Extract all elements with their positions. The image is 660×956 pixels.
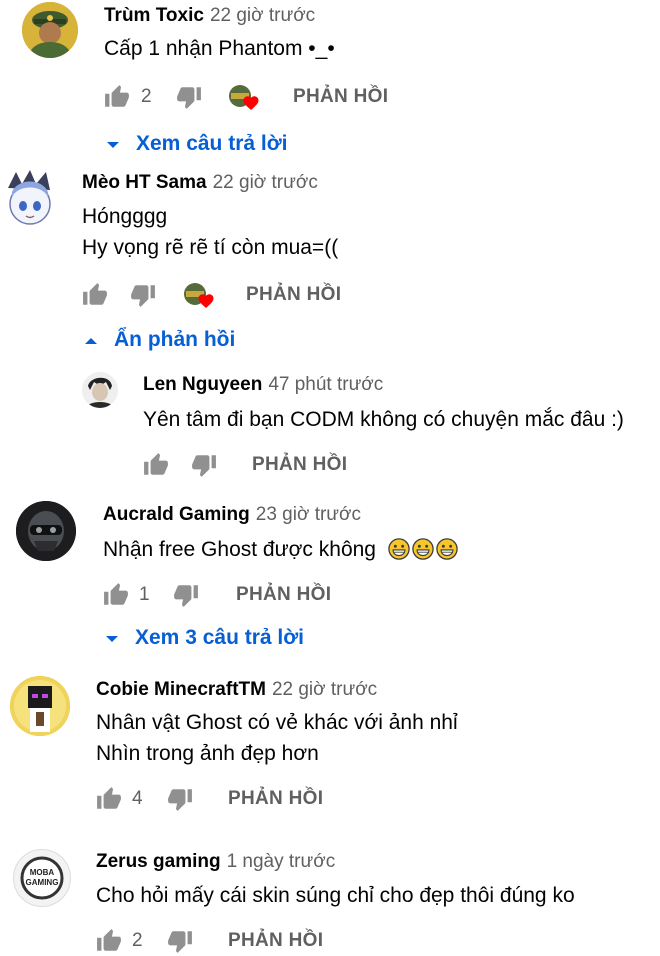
avatar-logo-text: MOBA bbox=[29, 868, 55, 877]
reply-button[interactable]: PHẢN HỒI bbox=[246, 284, 341, 306]
comment-header: Cobie MinecraftTM 22 giờ trước bbox=[96, 679, 377, 701]
hide-replies-label: Ẩn phản hồi bbox=[114, 328, 236, 351]
dislike-icon[interactable] bbox=[167, 786, 193, 812]
author-name[interactable]: Trùm Toxic bbox=[104, 5, 204, 26]
caret-up-icon bbox=[85, 338, 97, 344]
comment-header: Aucrald Gaming 23 giờ trước bbox=[103, 504, 361, 526]
author-name[interactable]: Len Nguyeen bbox=[143, 374, 262, 395]
like-icon[interactable] bbox=[82, 282, 108, 308]
comment-text: Yên tâm đi bạn CODM không có chuyện mắc … bbox=[143, 408, 624, 431]
grinning-face-icon bbox=[436, 538, 458, 560]
comment-text-line-2: Nhìn trong ảnh đẹp hơn bbox=[96, 742, 319, 765]
comment-actions: PHẢN HỒI bbox=[82, 282, 382, 310]
hide-replies-button[interactable]: Ẩn phản hồi bbox=[84, 328, 284, 356]
comment-text-content: Nhận free Ghost được không bbox=[103, 538, 376, 561]
grinning-face-icon bbox=[388, 538, 410, 560]
dislike-icon[interactable] bbox=[167, 928, 193, 954]
like-icon[interactable] bbox=[103, 582, 129, 608]
comment-text: Nhận free Ghost được không bbox=[103, 538, 458, 562]
avatar[interactable] bbox=[16, 501, 76, 561]
like-count: 2 bbox=[132, 930, 143, 951]
view-replies-button[interactable]: Xem câu trả lời bbox=[106, 132, 306, 160]
comment-actions: 4 PHẢN HỒI bbox=[96, 786, 396, 814]
reply-button[interactable]: PHẢN HỒI bbox=[228, 788, 323, 810]
comment-time[interactable]: 22 giờ trước bbox=[213, 172, 318, 193]
dislike-icon[interactable] bbox=[176, 84, 202, 110]
avatar[interactable] bbox=[10, 676, 70, 736]
creator-heart-icon bbox=[183, 282, 215, 312]
caret-down-icon bbox=[107, 142, 119, 148]
comment-text-line-1: Nhân vật Ghost có vẻ khác với ảnh nhỉ bbox=[96, 711, 458, 734]
view-replies-label: Xem câu trả lời bbox=[136, 132, 288, 155]
like-icon[interactable] bbox=[143, 452, 169, 478]
comment-text: Cho hỏi mấy cái skin súng chỉ cho đẹp th… bbox=[96, 884, 575, 907]
reply-button[interactable]: PHẢN HỒI bbox=[228, 930, 323, 952]
author-name[interactable]: Zerus gaming bbox=[96, 851, 221, 872]
like-icon[interactable] bbox=[104, 84, 130, 110]
view-replies-label: Xem 3 câu trả lời bbox=[135, 626, 305, 649]
comment-header: Trùm Toxic 22 giờ trước bbox=[104, 5, 315, 27]
comment-header: Mèo HT Sama 22 giờ trước bbox=[82, 172, 318, 194]
like-icon[interactable] bbox=[96, 928, 122, 954]
avatar[interactable] bbox=[2, 168, 58, 232]
comment-time[interactable]: 22 giờ trước bbox=[210, 5, 315, 26]
comment-time[interactable]: 47 phút trước bbox=[268, 374, 383, 395]
comment-header: Len Nguyeen 47 phút trước bbox=[143, 374, 383, 396]
dislike-icon[interactable] bbox=[173, 582, 199, 608]
avatar[interactable]: MOBA GAMING bbox=[13, 849, 71, 907]
comment-text-line-2: Hy vọng rẽ rẽ tí còn mua=(( bbox=[82, 236, 339, 259]
like-icon[interactable] bbox=[96, 786, 122, 812]
comment-text-line-1: Hóngggg bbox=[82, 205, 168, 228]
dislike-icon[interactable] bbox=[130, 282, 156, 308]
comment-header: Zerus gaming 1 ngày trước bbox=[96, 851, 335, 873]
avatar-logo-text: GAMING bbox=[25, 878, 59, 887]
grinning-face-icon bbox=[412, 538, 434, 560]
dislike-icon[interactable] bbox=[191, 452, 217, 478]
like-count: 1 bbox=[139, 584, 150, 605]
avatar[interactable] bbox=[82, 372, 118, 408]
reply-button[interactable]: PHẢN HỒI bbox=[293, 86, 388, 108]
view-replies-button[interactable]: Xem 3 câu trả lời bbox=[105, 626, 335, 654]
comment-actions: 2 PHẢN HỒI bbox=[104, 84, 404, 112]
reply-button[interactable]: PHẢN HỒI bbox=[252, 454, 347, 476]
comment-actions: 1 PHẢN HỒI bbox=[103, 582, 403, 610]
like-count: 2 bbox=[141, 86, 152, 107]
comment-text: Cấp 1 nhận Phantom •_• bbox=[104, 37, 335, 60]
comment-time[interactable]: 1 ngày trước bbox=[227, 851, 336, 872]
creator-heart-icon bbox=[228, 84, 260, 114]
comment-time[interactable]: 23 giờ trước bbox=[256, 504, 361, 525]
author-name[interactable]: Aucrald Gaming bbox=[103, 504, 250, 525]
avatar[interactable] bbox=[22, 2, 78, 58]
caret-down-icon bbox=[106, 636, 118, 642]
author-name[interactable]: Cobie MinecraftTM bbox=[96, 679, 266, 700]
comment-actions: 2 PHẢN HỒI bbox=[96, 928, 396, 956]
author-name[interactable]: Mèo HT Sama bbox=[82, 172, 207, 193]
comment-time[interactable]: 22 giờ trước bbox=[272, 679, 377, 700]
reply-button[interactable]: PHẢN HỒI bbox=[236, 584, 331, 606]
like-count: 4 bbox=[132, 788, 143, 809]
comment-actions: PHẢN HỒI bbox=[143, 452, 443, 480]
